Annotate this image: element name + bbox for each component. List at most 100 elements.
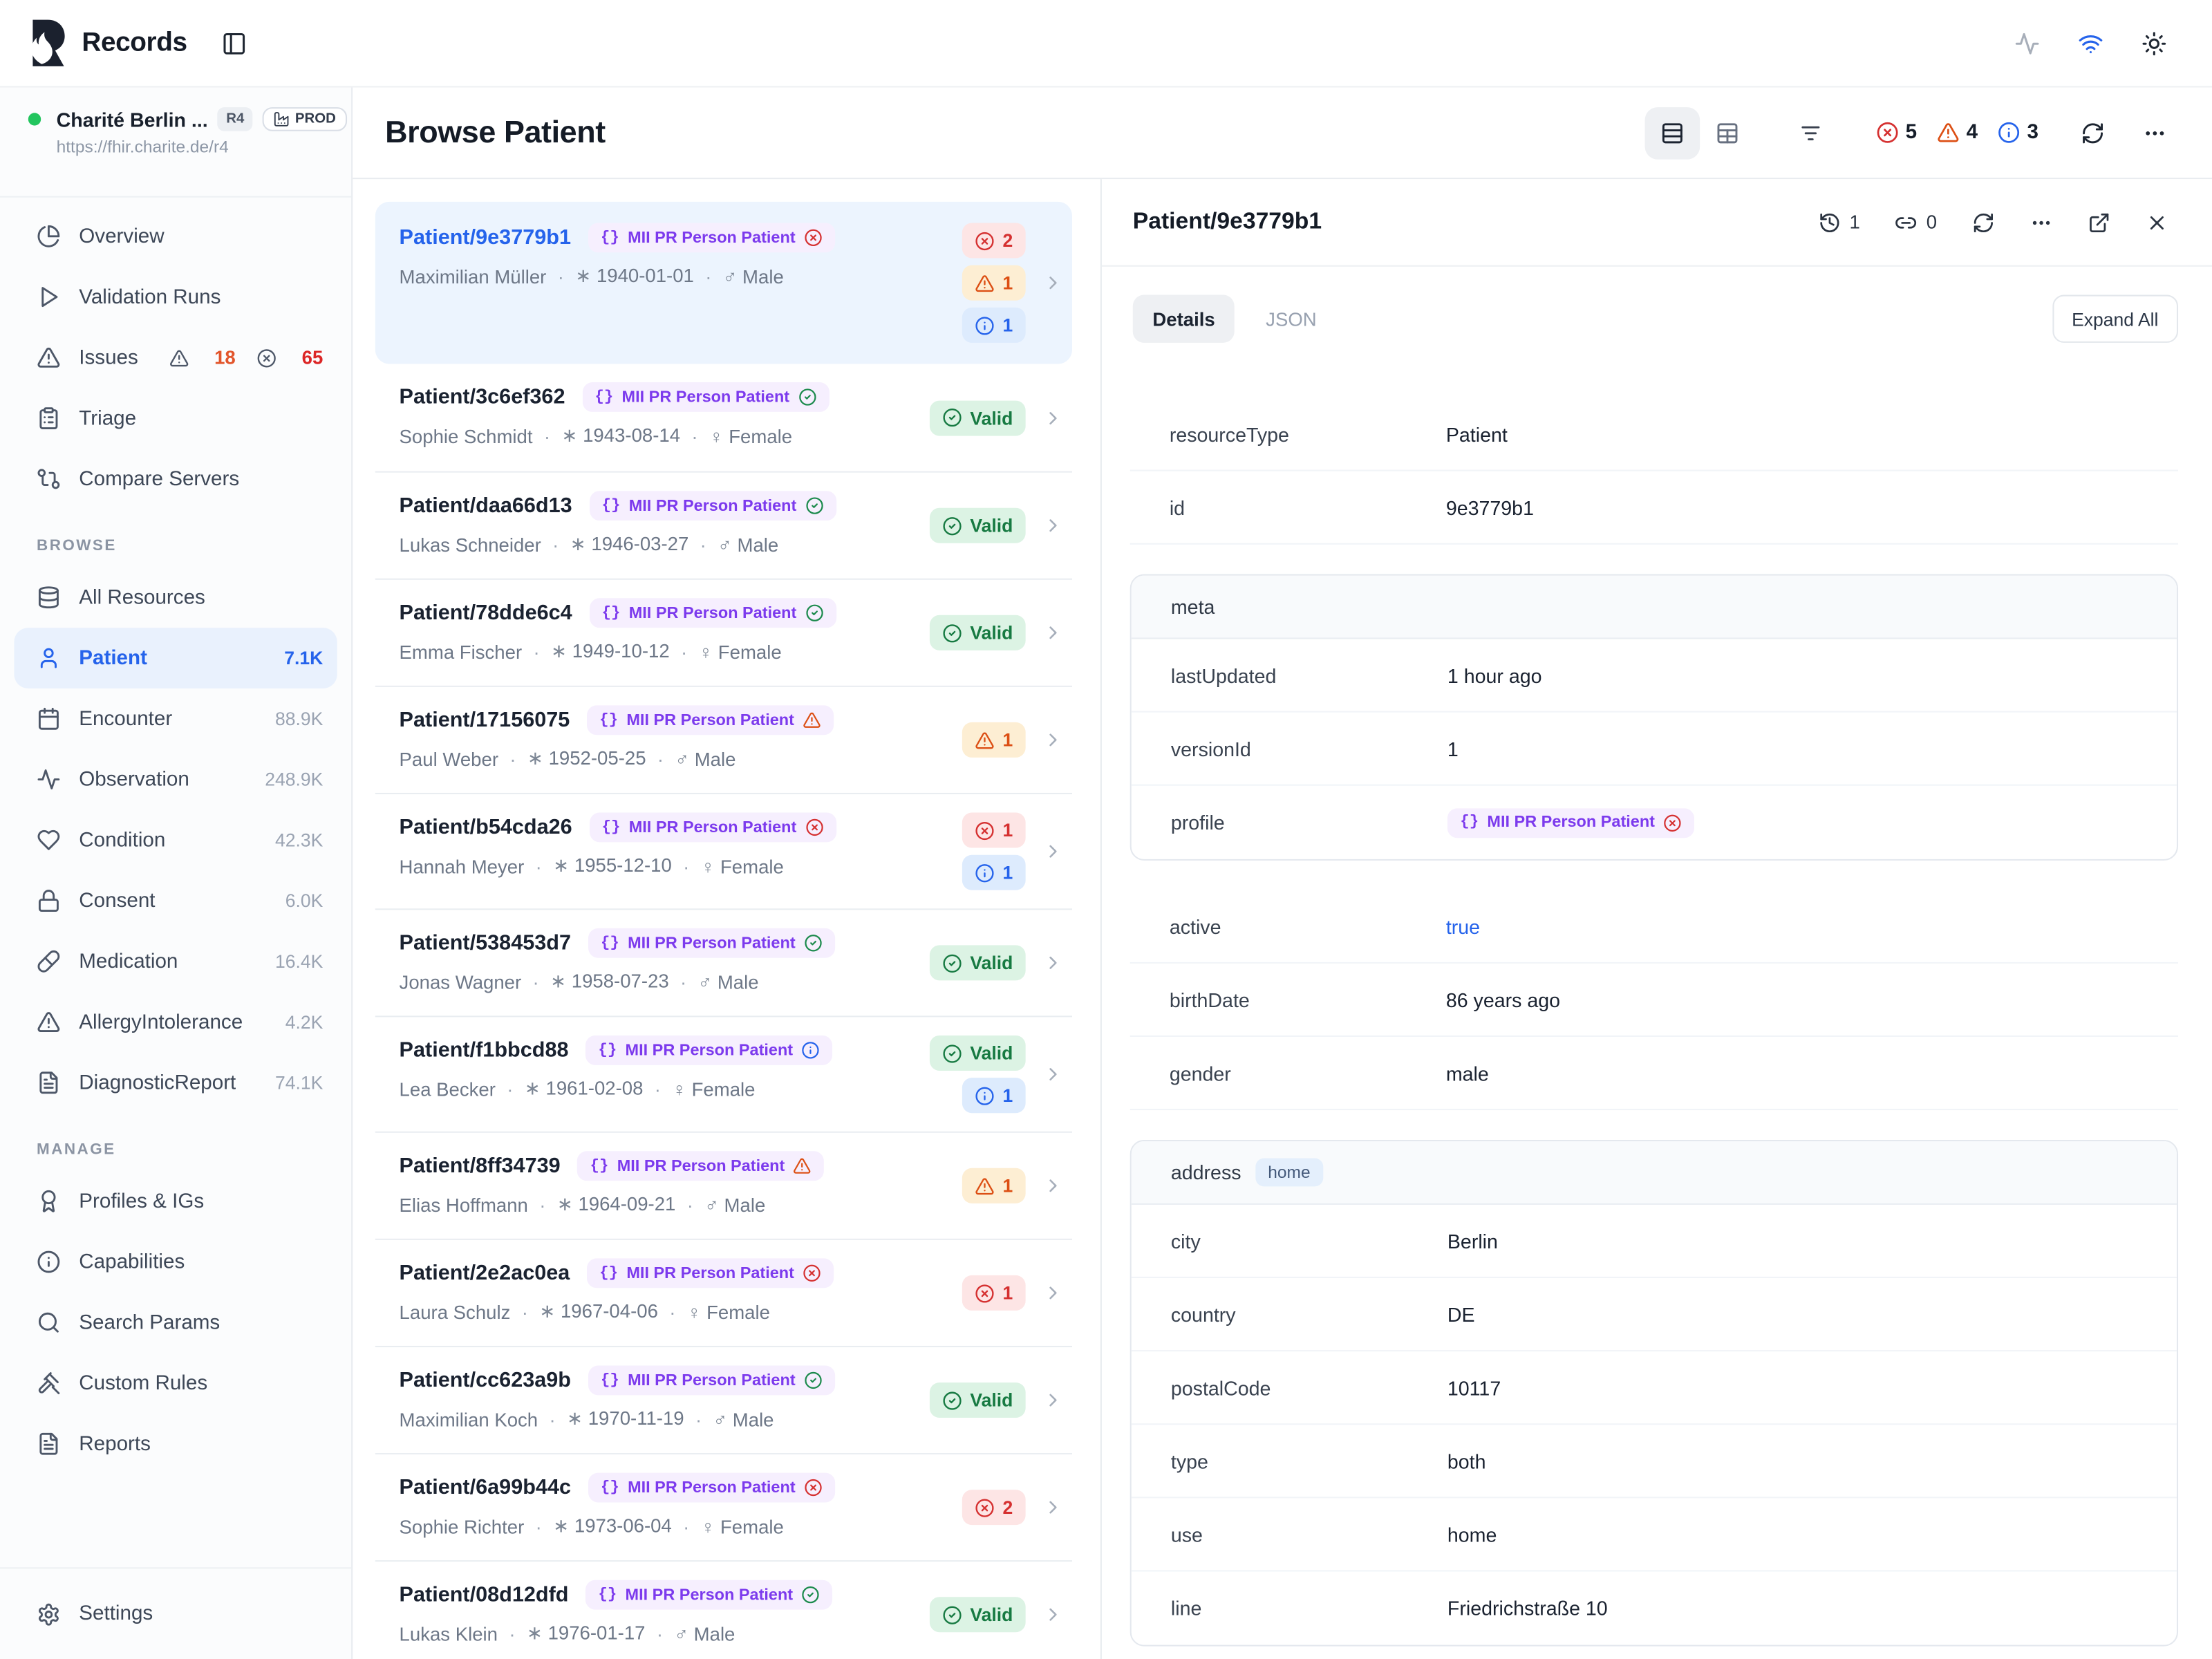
braces-icon: {} — [1460, 814, 1479, 831]
sidebar-item-medication[interactable]: Medication16.4K — [14, 931, 337, 992]
patient-row[interactable]: Patient/daa66d13{}MII PR Person PatientL… — [375, 471, 1072, 579]
issue-count-badges: 1865 — [169, 347, 324, 368]
sun-icon[interactable] — [2141, 30, 2167, 56]
page-title: Browse Patient — [385, 114, 606, 151]
refresh-button[interactable] — [2081, 120, 2105, 144]
patient-row[interactable]: Patient/78dde6c4{}MII PR Person PatientE… — [375, 579, 1072, 686]
table-view-button[interactable] — [1700, 106, 1755, 159]
circle-x-icon — [975, 1283, 995, 1303]
patient-row[interactable]: Patient/08d12dfd{}MII PR Person PatientL… — [375, 1560, 1072, 1659]
external-link-button[interactable] — [2088, 211, 2110, 234]
detail-value: Berlin — [1447, 1230, 1498, 1253]
patient-row[interactable]: Patient/b54cda26{}MII PR Person PatientH… — [375, 793, 1072, 908]
patient-row[interactable]: Patient/8ff34739{}MII PR Person PatientE… — [375, 1132, 1072, 1239]
server-selector[interactable]: Charité Berlin ... R4 PROD https://fhir.… — [0, 88, 351, 198]
panel-header: Patient/9e3779b1 10 — [1102, 179, 2212, 267]
patient-name: Elias Hoffmann — [400, 1194, 528, 1216]
more-button[interactable] — [2030, 211, 2053, 234]
infos-summary[interactable]: 3 — [1998, 122, 2038, 144]
sidebar-item-all-resources[interactable]: All Resources — [14, 567, 337, 628]
patient-id-link[interactable]: Patient/78dde6c4 — [400, 601, 572, 625]
patient-id-link[interactable]: Patient/08d12dfd — [400, 1583, 569, 1607]
award-icon — [37, 1189, 61, 1213]
detail-rows-group: resourceTypePatientid9e3779b1 — [1130, 398, 2178, 545]
error-count-badge: 1 — [962, 813, 1025, 848]
sidebar-item-reports[interactable]: Reports — [14, 1414, 337, 1474]
resource-count: 74.1K — [275, 1072, 323, 1094]
sidebar-item-encounter[interactable]: Encounter88.9K — [14, 688, 337, 749]
sidebar-item-profiles-igs[interactable]: Profiles & IGs — [14, 1171, 337, 1232]
patient-row[interactable]: Patient/9e3779b1{}MII PR Person PatientM… — [375, 202, 1072, 364]
patient-name: Emma Fischer — [400, 641, 523, 663]
expand-all-button[interactable]: Expand All — [2052, 295, 2178, 343]
sidebar-item-validation-runs[interactable]: Validation Runs — [14, 267, 337, 328]
patient-row[interactable]: Patient/6a99b44c{}MII PR Person PatientS… — [375, 1453, 1072, 1560]
patient-summary: Jonas Wagner·∗ 1958-07-23·♂ Male — [400, 971, 930, 993]
sidebar-item-custom-rules[interactable]: Custom Rules — [14, 1353, 337, 1414]
status-badges: 1 — [962, 1258, 1025, 1327]
activity-icon[interactable] — [2014, 30, 2040, 56]
sidebar-item-overview[interactable]: Overview — [14, 206, 337, 267]
tab-details[interactable]: Details — [1133, 295, 1235, 343]
braces-icon: {} — [599, 1265, 618, 1282]
gender-icon: ♀ — [701, 1516, 715, 1537]
sidebar-item-settings[interactable]: Settings — [14, 1584, 337, 1644]
patient-row[interactable]: Patient/cc623a9b{}MII PR Person PatientM… — [375, 1346, 1072, 1453]
patient-row[interactable]: Patient/3c6ef362{}MII PR Person PatientS… — [375, 364, 1072, 471]
patient-id-link[interactable]: Patient/538453d7 — [400, 931, 571, 955]
info-icon — [975, 863, 995, 883]
sidebar-item-capabilities[interactable]: Capabilities — [14, 1232, 337, 1293]
patient-id-link[interactable]: Patient/8ff34739 — [400, 1154, 561, 1178]
patient-id-link[interactable]: Patient/9e3779b1 — [400, 226, 571, 250]
rows-view-button[interactable] — [1644, 106, 1700, 159]
sidebar-item-compare-servers[interactable]: Compare Servers — [14, 449, 337, 509]
patient-summary: Laura Schulz·∗ 1967-04-06·♀ Female — [400, 1301, 962, 1324]
patient-id-link[interactable]: Patient/cc623a9b — [400, 1369, 571, 1393]
sidebar-item-search-params[interactable]: Search Params — [14, 1292, 337, 1353]
patient-id-link[interactable]: Patient/daa66d13 — [400, 494, 572, 518]
x-button[interactable] — [2146, 211, 2168, 234]
filter-button[interactable] — [1799, 120, 1823, 144]
sidebar-item-consent[interactable]: Consent6.0K — [14, 870, 337, 931]
sidebar-item-condition[interactable]: Condition42.3K — [14, 809, 337, 870]
patient-id-link[interactable]: Patient/b54cda26 — [400, 816, 572, 840]
circle-x-count: 65 — [256, 347, 323, 368]
wifi-icon[interactable] — [2078, 30, 2103, 56]
card-use-badge: home — [1255, 1159, 1323, 1187]
git-compare-icon — [37, 467, 61, 491]
patient-id-link[interactable]: Patient/3c6ef362 — [400, 385, 565, 409]
sidebar-item-patient[interactable]: Patient7.1K — [14, 628, 337, 688]
sidebar-item-allergyintolerance[interactable]: AllergyIntolerance4.2K — [14, 992, 337, 1053]
refresh-button[interactable] — [1972, 211, 1995, 234]
sidebar-item-label: Issues — [79, 346, 138, 369]
patient-row[interactable]: Patient/2e2ac0ea{}MII PR Person PatientL… — [375, 1239, 1072, 1346]
braces-icon: {} — [601, 1479, 619, 1496]
patient-id-link[interactable]: Patient/6a99b44c — [400, 1476, 571, 1500]
patient-id-link[interactable]: Patient/f1bbcd88 — [400, 1038, 569, 1062]
sidebar-item-diagnosticreport[interactable]: DiagnosticReport74.1K — [14, 1052, 337, 1113]
patient-row[interactable]: Patient/17156075{}MII PR Person PatientP… — [375, 686, 1072, 793]
panel-toggle-button[interactable] — [221, 30, 247, 56]
history-button[interactable]: 1 — [1819, 211, 1860, 234]
more-button[interactable] — [2143, 120, 2167, 144]
gender-icon: ♀ — [698, 641, 713, 663]
errors-summary[interactable]: 5 — [1876, 122, 1917, 144]
sidebar-item-triage[interactable]: Triage — [14, 388, 337, 449]
main-header: Browse Patient 543 — [353, 88, 2212, 180]
birth-icon: ∗ — [550, 971, 566, 992]
tab-json[interactable]: JSON — [1246, 295, 1337, 343]
sidebar-item-label: Custom Rules — [79, 1372, 207, 1395]
sidebar-item-label: Observation — [79, 768, 189, 791]
patient-name: Jonas Wagner — [400, 971, 522, 993]
chevron-right-icon — [1042, 1175, 1064, 1197]
patient-row[interactable]: Patient/f1bbcd88{}MII PR Person PatientL… — [375, 1015, 1072, 1131]
patient-id-link[interactable]: Patient/17156075 — [400, 708, 570, 732]
panel-tabs: DetailsJSON — [1133, 295, 1336, 343]
sidebar-item-issues[interactable]: Issues 1865 — [14, 327, 337, 388]
link-button[interactable]: 0 — [1895, 211, 1937, 234]
patient-id-link[interactable]: Patient/2e2ac0ea — [400, 1261, 570, 1285]
link-icon — [1895, 211, 1918, 234]
warnings-summary[interactable]: 4 — [1937, 122, 1978, 144]
sidebar-item-observation[interactable]: Observation248.9K — [14, 749, 337, 810]
patient-row[interactable]: Patient/538453d7{}MII PR Person PatientJ… — [375, 908, 1072, 1015]
